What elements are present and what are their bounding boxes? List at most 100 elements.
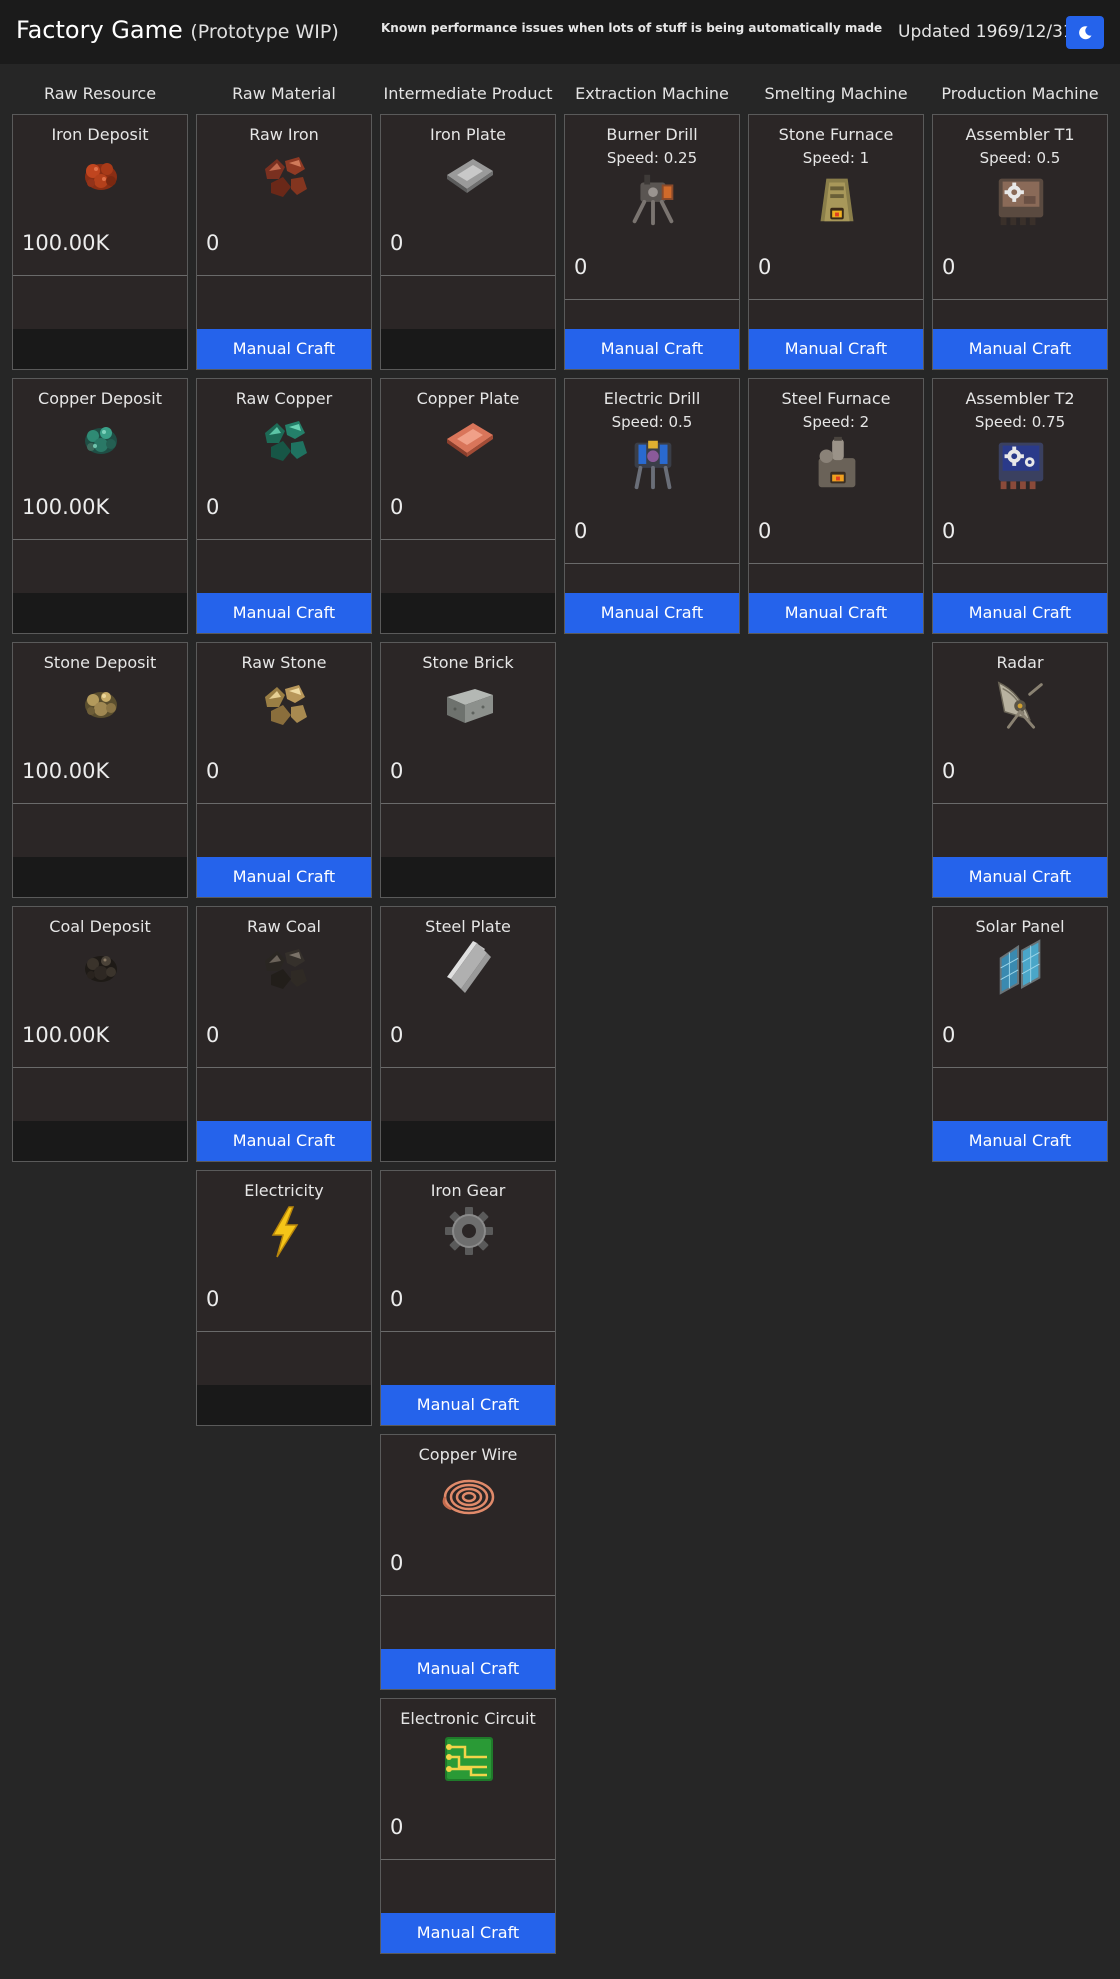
card-divider bbox=[381, 539, 555, 540]
card-name: Copper Plate bbox=[416, 389, 520, 408]
radar-icon bbox=[991, 673, 1051, 733]
card-name: Stone Brick bbox=[422, 653, 514, 672]
stone-ore-icon bbox=[71, 673, 131, 733]
card-name: Raw Copper bbox=[235, 389, 333, 408]
card-count: 0 bbox=[758, 255, 772, 279]
manual-craft-button[interactable]: Manual Craft bbox=[565, 329, 739, 369]
card-divider bbox=[13, 1067, 187, 1068]
column-header-raw-resource: Raw Resource bbox=[43, 84, 157, 103]
manual-craft-button[interactable]: Manual Craft bbox=[381, 1913, 555, 1953]
card-count: 0 bbox=[206, 495, 220, 519]
gear-icon bbox=[439, 1201, 499, 1261]
card-name: Raw Coal bbox=[247, 917, 321, 936]
card-electricity: Electricity 0 bbox=[196, 1170, 372, 1426]
card-stone-deposit: Stone Deposit 100.00K bbox=[12, 642, 188, 898]
card-raw-copper: Raw Copper 0 Manual Craft bbox=[196, 378, 372, 634]
manual-craft-button[interactable]: Manual Craft bbox=[197, 593, 371, 633]
stone-brick-icon bbox=[439, 673, 499, 733]
card-speed: Speed: 0.5 bbox=[979, 149, 1061, 167]
performance-notice: Known performance issues when lots of st… bbox=[381, 21, 883, 35]
card-divider bbox=[381, 803, 555, 804]
theme-toggle-button[interactable] bbox=[1066, 16, 1104, 49]
card-count: 0 bbox=[206, 1287, 220, 1311]
card-footer bbox=[381, 1121, 555, 1161]
manual-craft-button[interactable]: Manual Craft bbox=[749, 593, 923, 633]
card-name: Assembler T1 bbox=[965, 125, 1075, 144]
steel-furnace-icon bbox=[807, 433, 867, 493]
copper-ore-icon bbox=[71, 409, 131, 469]
electric-drill-icon bbox=[623, 433, 683, 493]
card-assembler-t2: Assembler T2 Speed: 0.75 0 Manual Craft bbox=[932, 378, 1108, 634]
burner-drill-icon bbox=[623, 169, 683, 229]
card-copper-deposit: Copper Deposit 100.00K bbox=[12, 378, 188, 634]
card-footer bbox=[197, 1385, 371, 1425]
card-count: 0 bbox=[206, 231, 220, 255]
card-name: Electric Drill bbox=[603, 389, 701, 408]
card-divider bbox=[381, 1859, 555, 1860]
raw-copper-icon bbox=[255, 409, 315, 469]
card-name: Solar Panel bbox=[975, 917, 1065, 936]
manual-craft-button[interactable]: Manual Craft bbox=[197, 329, 371, 369]
solar-panel-icon bbox=[991, 937, 1051, 997]
card-count: 0 bbox=[942, 255, 956, 279]
card-divider bbox=[381, 1595, 555, 1596]
card-speed: Speed: 1 bbox=[802, 149, 870, 167]
manual-craft-button[interactable]: Manual Craft bbox=[749, 329, 923, 369]
card-name: Electricity bbox=[244, 1181, 324, 1200]
manual-craft-button[interactable]: Manual Craft bbox=[933, 857, 1107, 897]
updated-date: Updated 1969/12/31 bbox=[898, 22, 1074, 42]
card-divider bbox=[197, 539, 371, 540]
card-count: 0 bbox=[942, 519, 956, 543]
app-subtitle: (Prototype WIP) bbox=[190, 21, 339, 43]
manual-craft-button[interactable]: Manual Craft bbox=[381, 1649, 555, 1689]
card-divider bbox=[381, 1331, 555, 1332]
card-divider bbox=[13, 539, 187, 540]
app-title: Factory Game (Prototype WIP) bbox=[16, 16, 339, 44]
iron-plate-icon bbox=[439, 145, 499, 205]
card-name: Steel Plate bbox=[425, 917, 511, 936]
card-count: 0 bbox=[390, 1551, 404, 1575]
card-count: 0 bbox=[942, 759, 956, 783]
manual-craft-button[interactable]: Manual Craft bbox=[565, 593, 739, 633]
raw-stone-icon bbox=[255, 673, 315, 733]
card-speed: Speed: 0.75 bbox=[974, 413, 1066, 431]
manual-craft-button[interactable]: Manual Craft bbox=[933, 1121, 1107, 1161]
card-name: Stone Furnace bbox=[778, 125, 894, 144]
card-count: 0 bbox=[390, 1815, 404, 1839]
card-stone-brick: Stone Brick 0 bbox=[380, 642, 556, 898]
card-name: Stone Deposit bbox=[43, 653, 157, 672]
card-iron-deposit: Iron Deposit 100.00K bbox=[12, 114, 188, 370]
stone-furnace-icon bbox=[807, 169, 867, 229]
card-name: Burner Drill bbox=[606, 125, 698, 144]
assembler-t1-icon bbox=[991, 169, 1051, 229]
card-name: Iron Plate bbox=[430, 125, 506, 144]
manual-craft-button[interactable]: Manual Craft bbox=[197, 1121, 371, 1161]
column-header-production-machine: Production Machine bbox=[941, 84, 1099, 103]
card-divider bbox=[197, 803, 371, 804]
card-divider bbox=[13, 803, 187, 804]
manual-craft-button[interactable]: Manual Craft bbox=[381, 1385, 555, 1425]
moon-icon bbox=[1079, 25, 1092, 39]
card-assembler-t1: Assembler T1 Speed: 0.5 0 Manual Craft bbox=[932, 114, 1108, 370]
card-raw-coal: Raw Coal 0 Manual Craft bbox=[196, 906, 372, 1162]
card-count: 0 bbox=[758, 519, 772, 543]
manual-craft-button[interactable]: Manual Craft bbox=[933, 593, 1107, 633]
card-name: Steel Furnace bbox=[781, 389, 891, 408]
raw-iron-icon bbox=[255, 145, 315, 205]
manual-craft-button[interactable]: Manual Craft bbox=[197, 857, 371, 897]
card-footer bbox=[381, 857, 555, 897]
coal-ore-icon bbox=[71, 937, 131, 997]
steel-beam-icon bbox=[439, 937, 499, 997]
card-count: 0 bbox=[390, 495, 404, 519]
card-copper-plate: Copper Plate 0 bbox=[380, 378, 556, 634]
card-count: 0 bbox=[390, 1023, 404, 1047]
card-copper-wire: Copper Wire 0 Manual Craft bbox=[380, 1434, 556, 1690]
manual-craft-button[interactable]: Manual Craft bbox=[933, 329, 1107, 369]
card-solar-panel: Solar Panel 0 Manual Craft bbox=[932, 906, 1108, 1162]
column-header-raw-material: Raw Material bbox=[232, 84, 336, 103]
card-divider bbox=[933, 299, 1107, 300]
card-count: 0 bbox=[206, 1023, 220, 1047]
lightning-icon bbox=[255, 1201, 315, 1261]
app-title-text: Factory Game bbox=[16, 16, 183, 44]
card-electric-drill: Electric Drill Speed: 0.5 0 Manual Craft bbox=[564, 378, 740, 634]
